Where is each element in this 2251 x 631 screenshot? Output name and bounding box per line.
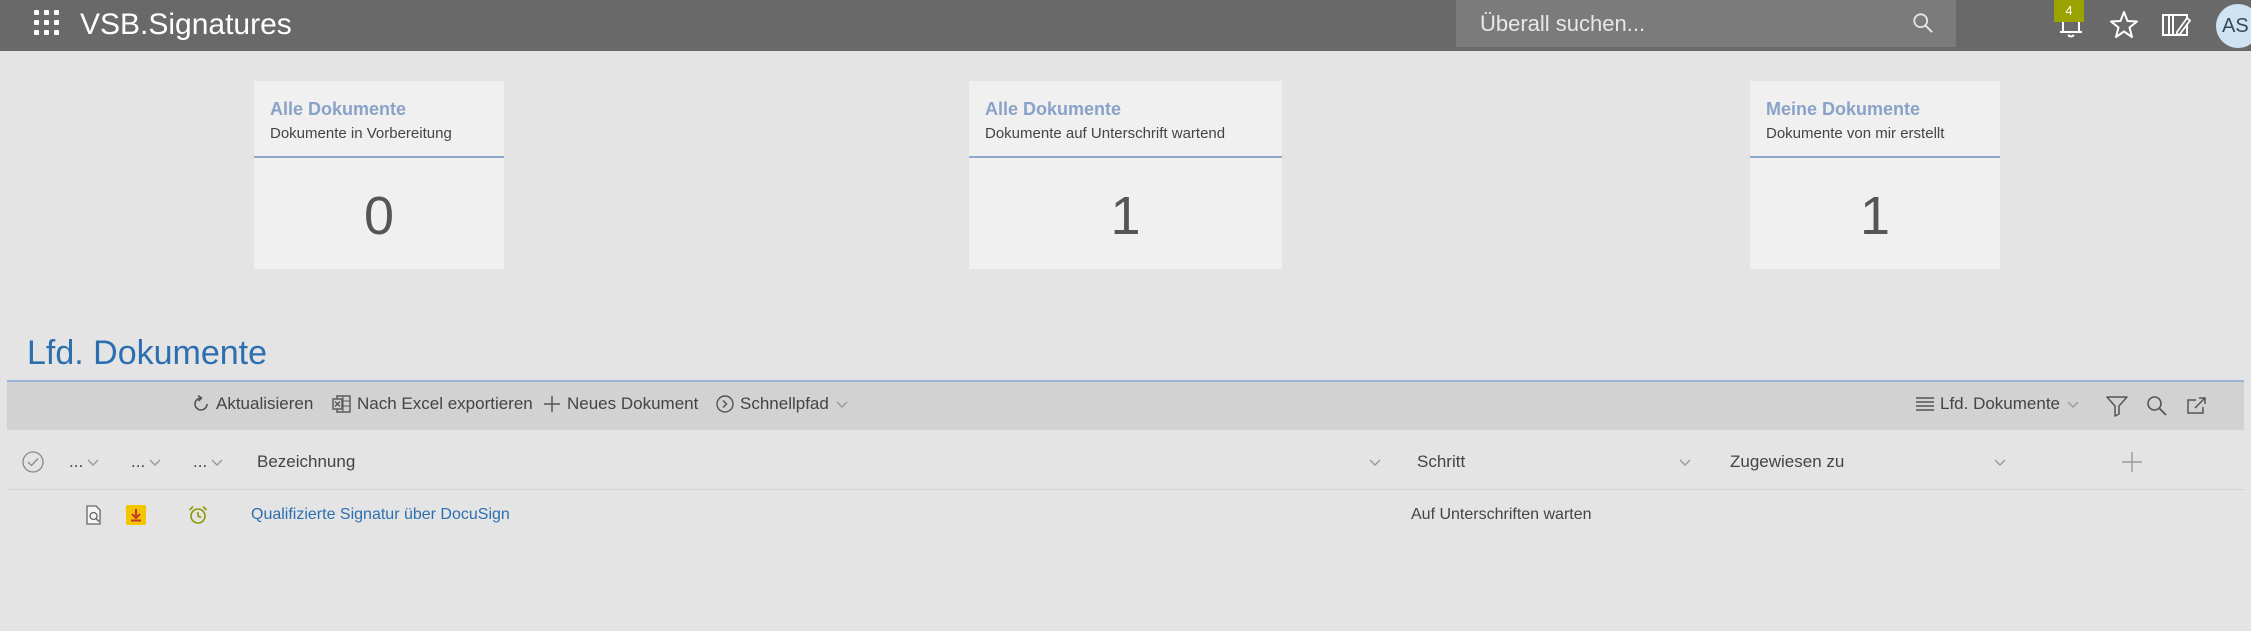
chevron-down-icon [2067, 401, 2079, 408]
view-label: Lfd. Dokumente [1940, 394, 2061, 413]
app-title[interactable]: VSB.Signatures [80, 5, 292, 45]
chevron-down-icon[interactable] [85, 454, 101, 470]
list-title[interactable]: Lfd. Dokumente [27, 334, 267, 373]
column-header-step[interactable]: Schritt [1417, 452, 1465, 472]
list-view-icon [1916, 397, 1934, 411]
chevron-down-icon[interactable] [209, 454, 225, 470]
excel-icon [332, 395, 351, 413]
card-my-documents[interactable]: Meine Dokumente Dokumente von mir erstel… [1750, 81, 2000, 269]
card-title: Meine Dokumente [1766, 99, 1921, 119]
chevron-down-icon[interactable] [1677, 454, 1693, 470]
plus-icon [544, 396, 560, 412]
refresh-icon [194, 394, 208, 411]
chevron-down-icon [836, 401, 848, 408]
export-excel-button[interactable]: Nach Excel exportieren [332, 394, 533, 414]
document-link[interactable]: Qualifizierte Signatur über DocuSign [251, 506, 510, 524]
app-launcher-icon[interactable] [34, 10, 60, 36]
filter-icon[interactable] [2105, 394, 2129, 418]
column-header-3[interactable]: ... [193, 452, 207, 472]
quickpath-icon [716, 395, 734, 413]
chevron-down-icon[interactable] [1367, 454, 1383, 470]
card-count: 1 [1859, 186, 1891, 246]
card-subtitle: Dokumente auf Unterschrift wartend [985, 125, 1226, 142]
refresh-button[interactable]: Aktualisieren [191, 394, 313, 414]
magnifier-icon[interactable] [2145, 394, 2169, 418]
column-header-name[interactable]: Bezeichnung [257, 452, 355, 472]
doc-preview-icon[interactable] [83, 504, 105, 526]
list-toolbar: Aktualisieren Nach Excel exportieren Neu… [7, 382, 2244, 430]
document-step: Auf Unterschriften warten [1411, 506, 1592, 523]
add-column-icon[interactable] [2120, 450, 2144, 474]
column-header-2[interactable]: ... [131, 452, 145, 472]
new-document-button[interactable]: Neues Dokument [542, 394, 698, 414]
panel-edit-icon[interactable] [2159, 8, 2193, 42]
view-selector[interactable]: Lfd. Dokumente [1915, 394, 2081, 414]
chevron-down-icon[interactable] [1992, 454, 2008, 470]
column-header-assigned[interactable]: Zugewiesen zu [1730, 452, 1844, 472]
alarm-clock-icon[interactable] [187, 504, 209, 526]
card-title: Alle Dokumente [985, 99, 1122, 119]
card-count: 1 [1110, 186, 1141, 246]
search-icon[interactable] [1912, 12, 1934, 34]
new-document-label: Neues Dokument [567, 394, 699, 413]
card-documents-awaiting-signature[interactable]: Alle Dokumente Dokumente auf Unterschrif… [969, 81, 1282, 269]
table-header: ... ... ... Bezeichnung Schritt Zugewies… [7, 438, 2244, 490]
top-bar: VSB.Signatures 4 AS [0, 0, 2251, 51]
avatar[interactable]: AS [2216, 4, 2251, 48]
card-subtitle: Dokumente in Vorbereitung [270, 125, 452, 142]
search-input[interactable] [1456, 0, 1956, 47]
card-documents-in-preparation[interactable]: Alle Dokumente Dokumente in Vorbereitung… [254, 81, 504, 269]
quickpath-label: Schnellpfad [740, 394, 829, 413]
refresh-label: Aktualisieren [216, 394, 314, 413]
chevron-down-icon[interactable] [147, 454, 163, 470]
card-subtitle: Dokumente von mir erstellt [1766, 125, 1945, 142]
notification-badge: 4 [2054, 0, 2084, 22]
card-count: 0 [363, 186, 395, 246]
select-all-icon[interactable] [21, 450, 45, 474]
popout-icon[interactable] [2185, 394, 2209, 418]
star-icon[interactable] [2107, 8, 2141, 42]
download-icon[interactable] [125, 504, 147, 526]
card-title: Alle Dokumente [270, 99, 407, 119]
global-search [1456, 0, 1956, 47]
quickpath-button[interactable]: Schnellpfad [715, 394, 850, 414]
table-row[interactable]: Qualifizierte Signatur über DocuSign Auf… [7, 493, 2244, 537]
export-label: Nach Excel exportieren [357, 394, 533, 413]
column-header-1[interactable]: ... [69, 452, 83, 472]
